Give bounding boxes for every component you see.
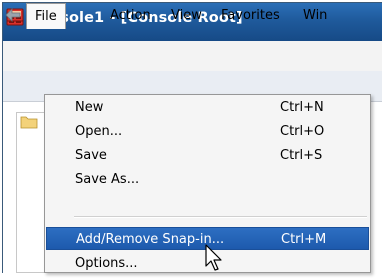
menu-item-open[interactable]: Open... Ctrl+O [46, 120, 369, 143]
menu-item-label: Save [75, 148, 107, 163]
menu-bar [3, 41, 382, 72]
menu-item-shortcut: Ctrl+O [280, 124, 325, 139]
menu-item-save[interactable]: Save Ctrl+S [46, 144, 369, 167]
menu-separator [74, 216, 367, 218]
menu-item-label: New [75, 100, 104, 115]
menu-favorites[interactable]: Favorites [215, 6, 286, 26]
menu-item-shortcut: Ctrl+S [280, 148, 323, 163]
menu-item-save-as[interactable]: Save As... [46, 168, 369, 191]
menu-item-label: Save As... [75, 172, 140, 187]
menu-item-shortcut: Ctrl+N [280, 100, 324, 115]
menu-item-label: Options... [75, 256, 138, 271]
menu-item-label: Open... [75, 124, 123, 139]
back-arrow-icon[interactable] [5, 7, 21, 23]
menu-item-label: Add/Remove Snap-in... [76, 232, 225, 247]
folder-icon[interactable] [20, 114, 38, 129]
menu-file[interactable]: File [26, 3, 66, 29]
menu-window[interactable]: Win [297, 6, 333, 26]
menu-action[interactable]: Action [104, 6, 157, 26]
menu-view[interactable]: View [165, 6, 208, 26]
menu-item-new[interactable]: New Ctrl+N [46, 96, 369, 119]
menu-item-shortcut: Ctrl+M [281, 232, 327, 247]
mouse-pointer-icon [204, 244, 226, 274]
